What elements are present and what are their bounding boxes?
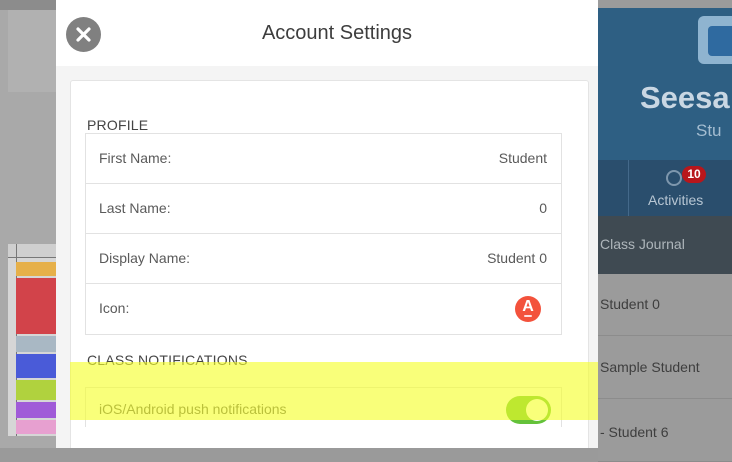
modal-body: PROFILE First Name: Student Last Name: 0… bbox=[56, 66, 598, 448]
display-name-value: Student 0 bbox=[487, 250, 547, 266]
push-notifications-row: iOS/Android push notifications bbox=[85, 387, 562, 427]
lightbulb-icon bbox=[666, 170, 682, 186]
modal-header: Account Settings bbox=[56, 0, 598, 66]
tab-activities[interactable]: Activities bbox=[648, 192, 703, 208]
icon-row[interactable]: Icon: A bbox=[86, 284, 561, 334]
first-name-row[interactable]: First Name: Student bbox=[86, 134, 561, 184]
app-subtitle: Stu bbox=[696, 121, 722, 140]
field-label: Last Name: bbox=[99, 200, 171, 216]
field-label: First Name: bbox=[99, 150, 172, 166]
student-list-item[interactable]: - Student 6 bbox=[598, 400, 732, 462]
background-left-panel bbox=[0, 0, 56, 448]
class-notifications-heading: CLASS NOTIFICATIONS bbox=[87, 352, 248, 368]
toggle-knob bbox=[526, 399, 548, 421]
last-name-value: 0 bbox=[539, 200, 547, 216]
background-thumbnail bbox=[8, 244, 56, 436]
settings-panel: PROFILE First Name: Student Last Name: 0… bbox=[70, 80, 589, 448]
app-logo-icon bbox=[698, 16, 732, 64]
class-journal-item[interactable]: Class Journal bbox=[598, 216, 732, 274]
background-app: Seesa Stu 10 Activities Class Journal St… bbox=[598, 0, 732, 462]
first-name-value: Student bbox=[498, 150, 547, 166]
profile-field-list: First Name: Student Last Name: 0 Display… bbox=[85, 133, 562, 335]
push-notifications-toggle[interactable] bbox=[506, 396, 551, 424]
student-list-item[interactable]: Sample Student bbox=[598, 337, 732, 399]
account-settings-modal: Account Settings PROFILE First Name: Stu… bbox=[56, 0, 598, 448]
student-list-item[interactable]: Student 0 bbox=[598, 274, 732, 336]
app-name: Seesa bbox=[640, 80, 730, 115]
student-avatar-icon[interactable]: A bbox=[515, 296, 541, 322]
app-header: Seesa Stu bbox=[598, 8, 732, 160]
field-label: Icon: bbox=[99, 300, 130, 316]
modal-title: Account Settings bbox=[261, 22, 413, 44]
field-label: Display Name: bbox=[99, 250, 191, 266]
last-name-row[interactable]: Last Name: 0 bbox=[86, 184, 561, 234]
display-name-row[interactable]: Display Name: Student 0 bbox=[86, 234, 561, 284]
app-tab-bar: 10 Activities bbox=[598, 160, 732, 216]
profile-heading: PROFILE bbox=[87, 117, 149, 133]
activities-badge: 10 bbox=[682, 166, 706, 183]
push-notifications-label: iOS/Android push notifications bbox=[99, 401, 287, 417]
